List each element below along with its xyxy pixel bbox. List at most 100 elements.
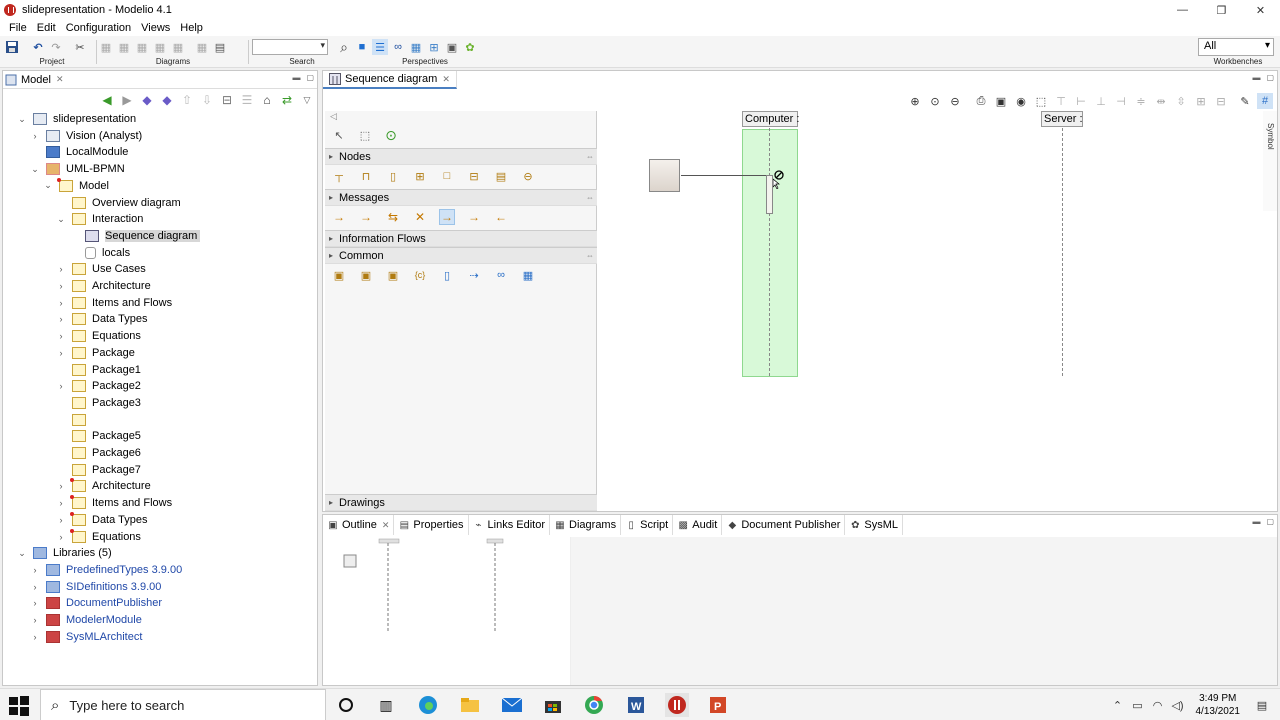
camera-icon[interactable]: ◉ [1013,93,1029,109]
expand-chevron-icon[interactable]: › [56,345,66,361]
tab-script[interactable]: ▯ Script [621,515,674,535]
message-tool-icon[interactable]: → [466,209,482,225]
dependency-tool-icon[interactable]: ⇢ [466,267,482,283]
menu-views[interactable]: Views [136,22,175,34]
save-image-icon[interactable]: ▣ [993,93,1009,109]
windows-start-icon[interactable] [8,695,30,717]
diagram-class-icon[interactable]: ▦ [98,39,114,55]
home-icon[interactable]: ⌂ [259,92,275,108]
expand-chevron-icon[interactable]: › [56,378,66,394]
expand-chevron-icon[interactable]: › [56,261,66,277]
menu-configuration[interactable]: Configuration [61,22,136,34]
palette-collapse-icon[interactable]: ◁ [330,111,337,122]
taskbar-search[interactable]: ⌕ Type here to search [40,689,326,720]
tree-item[interactable]: Package5 [72,428,141,444]
perspective-sysml-icon[interactable]: ✿ [462,39,478,55]
expand-chevron-icon[interactable]: › [56,512,66,528]
collapse-link-icon[interactable]: ◆ [139,92,155,108]
tree-item[interactable]: ⌄ Interaction [57,211,143,227]
tree-item[interactable]: LocalModule [46,144,128,160]
symbol-side-label[interactable]: Symbol [1266,123,1275,150]
back-arrow-icon[interactable]: ◀ [99,92,115,108]
move-up-icon[interactable]: ⇧ [179,92,195,108]
collapse-chevron-icon[interactable]: ⌄ [56,211,66,227]
align-right-icon[interactable]: ⊣ [1113,93,1129,109]
message-tool-icon[interactable]: ← [493,209,509,225]
align-bottom-icon[interactable]: ⊥ [1093,93,1109,109]
tree-item[interactable]: Sequence diagram [85,228,201,244]
section-pin-icon[interactable]: ⇔ [586,152,594,161]
tree-item[interactable]: › DocumentPublisher [34,595,162,611]
tab-audit[interactable]: ▩ Audit [673,515,723,535]
close-button[interactable]: ✕ [1241,0,1280,20]
expand-link-icon[interactable]: ◆ [159,92,175,108]
diagram-deploy-icon[interactable]: ▦ [194,39,210,55]
tree-item[interactable]: › Data Types [60,511,147,528]
marquee-tool-icon[interactable]: ⬚ [357,127,373,143]
perspective-tree-icon[interactable]: ☰ [372,39,388,55]
modelio-taskbar-icon[interactable] [665,693,689,717]
expand-chevron-icon[interactable]: › [30,128,40,144]
word-icon[interactable]: W [624,693,648,717]
tree-item[interactable]: › Data Types [60,311,147,327]
maximize-icon[interactable]: ▢ [306,73,314,82]
palette-section-nodes[interactable]: ▸ Nodes ⇔ [325,148,597,165]
tree-item[interactable]: ⌄ slidepresentation [18,111,136,127]
taskbar-clock[interactable]: 3:49 PM 4/13/2021 [1196,692,1241,718]
minimize-icon[interactable]: ▬ [292,73,300,82]
expand-chevron-icon[interactable]: › [56,311,66,327]
sync-icon[interactable]: ⇄ [279,92,295,108]
navigate-tool-icon[interactable]: ⊙ [383,127,399,143]
workbench-select[interactable]: All [1198,38,1274,56]
message-tool-icon[interactable]: ✕ [412,209,428,225]
interaction-use-icon[interactable]: ⊓ [358,168,374,184]
format-brush-icon[interactable]: ✎ [1237,93,1253,109]
restore-button[interactable]: ❐ [1202,0,1241,20]
tree-item[interactable]: › Equations [60,528,141,545]
palette-section-messages[interactable]: ▸ Messages ⇔ [325,189,597,206]
notifications-icon[interactable]: ▤ [1252,699,1272,712]
tree-item[interactable]: ⌄ Libraries (5) [18,545,112,561]
constraint-tool-icon[interactable]: {c} [412,267,428,283]
menu-file[interactable]: File [4,22,32,34]
editor-tab-close-icon[interactable]: ✕ [442,74,450,85]
requirement-tool-icon[interactable]: ▣ [358,267,374,283]
tree-item[interactable]: › Equations [60,328,141,344]
tree-item[interactable]: Package1 [72,362,141,378]
distribute-h-icon[interactable]: ⇹ [1153,93,1169,109]
expand-chevron-icon[interactable]: › [56,295,66,311]
align-center-icon[interactable]: ≑ [1133,93,1149,109]
outline-tab-close-icon[interactable]: ✕ [382,520,390,531]
expand-chevron-icon[interactable]: › [30,595,40,611]
tree-item[interactable]: Package3 [72,395,141,411]
grid-icon[interactable]: # [1257,93,1273,109]
tree-item[interactable]: › Package2 [60,378,141,394]
continuation-icon[interactable]: ⊖ [520,168,536,184]
package-tool-icon[interactable]: ▣ [331,267,347,283]
tab-diagrams[interactable]: ▦ Diagrams [550,515,622,535]
tab-document-publisher[interactable]: ◆ Document Publisher [722,515,846,535]
tree-item[interactable]: Package7 [72,462,141,478]
tree-item[interactable]: Package6 [72,445,141,461]
zoom-fit-icon[interactable]: ⊙ [927,93,943,109]
message-tool-icon[interactable]: → [331,209,347,225]
search-icon[interactable]: ⌕ [336,39,352,55]
collapse-chevron-icon[interactable]: ⌄ [17,111,27,127]
tree-item[interactable]: › Items and Flows [60,295,172,311]
palette-section-information-flows[interactable]: ▸ Information Flows [325,230,597,247]
expand-chevron-icon[interactable]: › [56,495,66,511]
powerpoint-icon[interactable]: P [706,693,730,717]
tree-item[interactable]: › ModelerModule [34,612,142,628]
expand-chevron-icon[interactable]: › [30,562,40,578]
palette-section-drawings[interactable]: ▸ Drawings [325,494,597,511]
diagram-tool-icon[interactable]: ▦ [520,267,536,283]
view-menu-icon[interactable]: ▽ [299,92,315,108]
show-hidden-icons-icon[interactable]: ⌃ [1108,699,1128,712]
perspective-links-icon[interactable]: ∞ [390,39,406,55]
tab-links-editor[interactable]: ⌁ Links Editor [469,515,551,535]
maximize-icon[interactable]: ▢ [1266,517,1274,526]
section-pin-icon[interactable]: ⇔ [586,251,594,260]
expand-chevron-icon[interactable]: › [56,278,66,294]
section-pin-icon[interactable]: ⇔ [586,193,594,202]
execution-specification[interactable] [766,175,773,214]
